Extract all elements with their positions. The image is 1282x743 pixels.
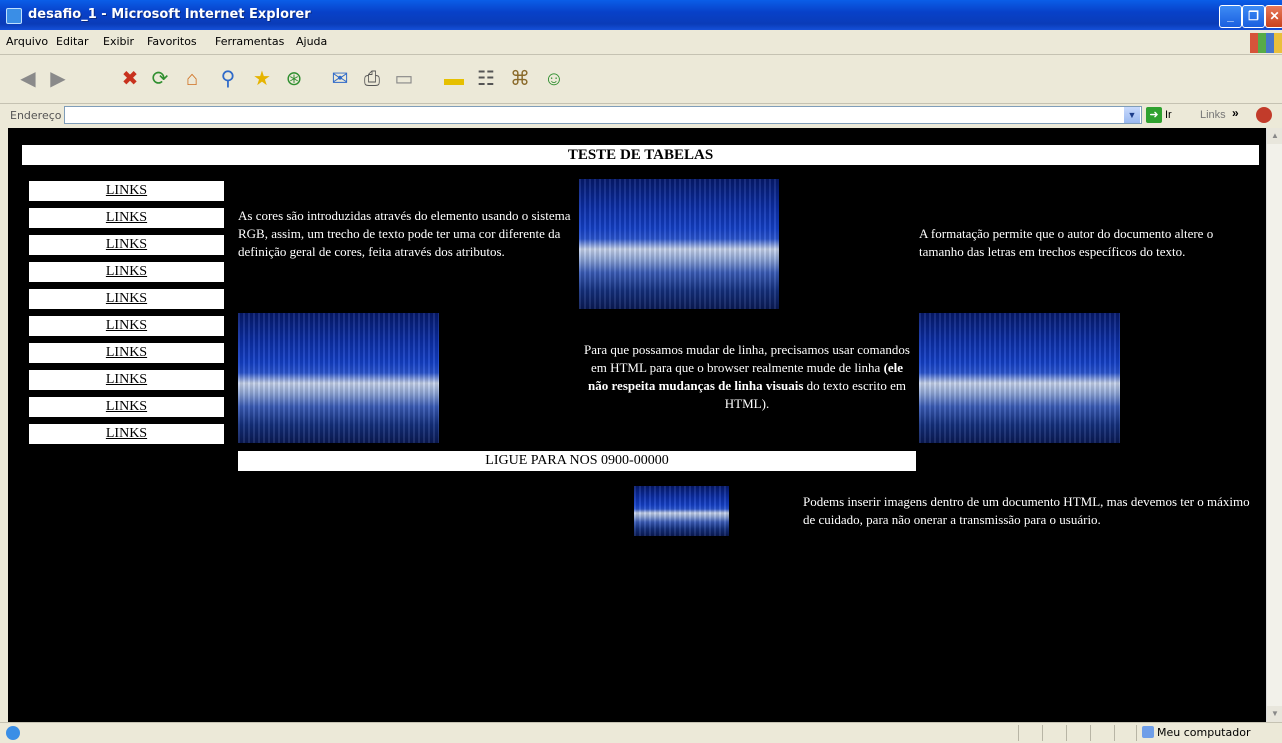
- scroll-up-icon[interactable]: ▲: [1267, 128, 1282, 144]
- paragraph-formatting: A formatação permite que o autor do docu…: [919, 226, 1214, 259]
- link-8[interactable]: LINKS: [29, 370, 224, 390]
- page-status-icon: [6, 726, 20, 740]
- link-2[interactable]: LINKS: [29, 208, 224, 228]
- link-1[interactable]: LINKS: [29, 181, 224, 201]
- back-icon[interactable]: ◀: [14, 65, 42, 93]
- paragraph-images: Podems inserir imagens dentro de um docu…: [803, 494, 1250, 527]
- paragraph-colors: As cores são introduzidas através do ele…: [238, 208, 571, 259]
- forest-image: [919, 313, 1120, 443]
- links-chevron-icon[interactable]: »: [1232, 106, 1239, 120]
- paragraph-line-break-text: Para que possamos mudar de linha, precis…: [583, 342, 910, 375]
- forward-icon[interactable]: ▶: [44, 65, 72, 93]
- status-bar: Meu computador: [0, 722, 1282, 743]
- stop-icon[interactable]: ✖: [116, 65, 144, 93]
- menu-exibir[interactable]: Exibir: [103, 35, 134, 48]
- address-input[interactable]: [64, 106, 1142, 124]
- notes-icon[interactable]: ▬: [440, 65, 468, 93]
- forest-image: [579, 179, 779, 309]
- status-divider: [1066, 725, 1067, 741]
- links-toolbar[interactable]: Links: [1200, 109, 1226, 121]
- home-icon[interactable]: ⌂: [178, 65, 206, 93]
- menu-editar[interactable]: Editar: [56, 35, 89, 48]
- close-button[interactable]: ✕: [1265, 5, 1282, 28]
- vertical-scrollbar[interactable]: ▲ ▼: [1266, 128, 1282, 722]
- menu-favoritos[interactable]: Favoritos: [147, 35, 197, 48]
- link-7[interactable]: LINKS: [29, 343, 224, 363]
- forest-image-small: [634, 486, 729, 536]
- phone-bar: LIGUE PARA NOS 0900-00000: [238, 451, 916, 471]
- edit-icon[interactable]: ▭: [390, 65, 418, 93]
- scroll-down-icon[interactable]: ▼: [1267, 706, 1282, 722]
- security-zone: Meu computador: [1142, 726, 1250, 739]
- paragraph-line-break: Para que possamos mudar de linha, precis…: [582, 341, 912, 413]
- menu-bar: Arquivo Editar Exibir Favoritos Ferramen…: [0, 30, 1282, 55]
- status-divider: [1114, 725, 1115, 741]
- forest-image: [238, 313, 439, 443]
- zone-label: Meu computador: [1157, 726, 1251, 739]
- toolbar-extra-icon[interactable]: [1256, 107, 1272, 123]
- menu-arquivo[interactable]: Arquivo: [6, 35, 48, 48]
- refresh-icon[interactable]: ⟳: [146, 65, 174, 93]
- status-divider: [1042, 725, 1043, 741]
- address-label: Endereço: [10, 109, 62, 122]
- page-viewport: TESTE DE TABELAS LINKS LINKS LINKS LINKS…: [8, 128, 1266, 722]
- status-divider: [1018, 725, 1019, 741]
- messenger-icon[interactable]: ☷: [472, 65, 500, 93]
- link-4[interactable]: LINKS: [29, 262, 224, 282]
- go-arrow-icon: ➜: [1146, 107, 1162, 123]
- menu-ferramentas[interactable]: Ferramentas: [215, 35, 284, 48]
- mail-icon[interactable]: ✉: [326, 65, 354, 93]
- maximize-button[interactable]: ❐: [1242, 5, 1265, 28]
- link-10[interactable]: LINKS: [29, 424, 224, 444]
- title-bar: desafio_1 - Microsoft Internet Explorer …: [0, 0, 1282, 30]
- go-button[interactable]: ➜ Ir: [1146, 107, 1172, 123]
- address-dropdown-icon[interactable]: ▼: [1124, 107, 1140, 123]
- menu-ajuda[interactable]: Ajuda: [296, 35, 327, 48]
- history-icon[interactable]: ⊛: [280, 65, 308, 93]
- print-icon[interactable]: ⎙: [358, 65, 386, 93]
- search-icon[interactable]: ⚲: [214, 65, 242, 93]
- status-divider: [1136, 725, 1137, 741]
- link-3[interactable]: LINKS: [29, 235, 224, 255]
- computer-icon: [1142, 726, 1154, 738]
- windows-logo-icon: [1250, 33, 1282, 53]
- status-divider: [1090, 725, 1091, 741]
- page-heading: TESTE DE TABELAS: [22, 145, 1259, 165]
- ie-icon: [6, 8, 22, 24]
- link-5[interactable]: LINKS: [29, 289, 224, 309]
- minimize-button[interactable]: _: [1219, 5, 1242, 28]
- window-title: desafio_1 - Microsoft Internet Explorer: [28, 7, 311, 22]
- research-icon[interactable]: ⌘: [506, 65, 534, 93]
- address-bar: Endereço ▼ ➜ Ir Links »: [0, 104, 1282, 128]
- link-9[interactable]: LINKS: [29, 397, 224, 417]
- toolbar: ◀ ▶ ✖ ⟳ ⌂ ⚲ ★ ⊛ ✉ ⎙ ▭ ▬ ☷ ⌘ ☺: [0, 55, 1282, 104]
- favorites-icon[interactable]: ★: [248, 65, 276, 93]
- contacts-icon[interactable]: ☺: [540, 65, 568, 93]
- link-6[interactable]: LINKS: [29, 316, 224, 336]
- go-label: Ir: [1165, 109, 1172, 121]
